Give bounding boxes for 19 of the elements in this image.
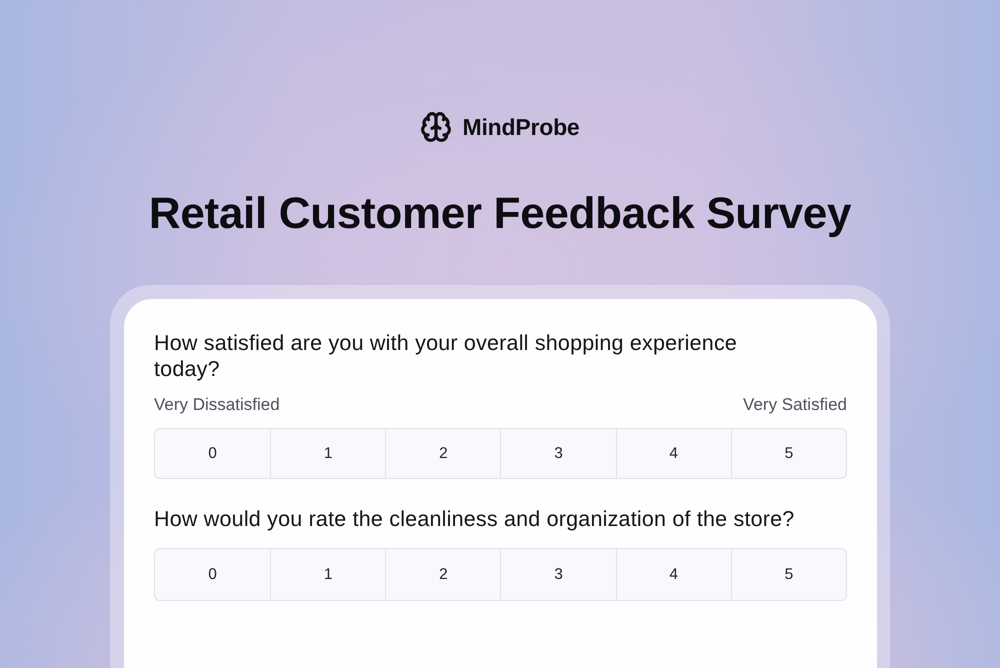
rating-option[interactable]: 5 [730,429,846,478]
rating-option[interactable]: 3 [500,549,616,600]
question-text: How satisfied are you with your overall shopping experience today? [154,330,738,382]
scale-max-label: Very Satisfied [743,394,847,416]
rating-option[interactable]: 4 [616,429,731,478]
scale-min-label: Very Dissatisfied [154,394,280,416]
rating-option[interactable]: 0 [155,549,270,600]
survey-title: Retail Customer Feedback Survey [148,188,852,240]
brain-icon [420,111,452,143]
rating-option[interactable]: 1 [270,429,386,478]
rating-option[interactable]: 3 [500,429,616,478]
rating-option[interactable]: 1 [270,549,386,600]
question-text: How would you rate the cleanliness and organization of the store? [154,506,796,532]
rating-option[interactable]: 5 [730,549,846,600]
rating-option[interactable]: 0 [155,429,270,478]
rating-option[interactable]: 2 [385,549,500,600]
brand-name: MindProbe [462,114,580,140]
rating-option[interactable]: 4 [616,549,731,600]
rating-option[interactable]: 2 [385,429,500,478]
